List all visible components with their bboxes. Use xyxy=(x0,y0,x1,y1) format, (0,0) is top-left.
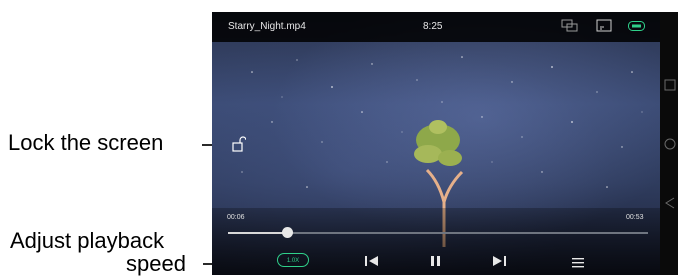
recent-apps-icon[interactable] xyxy=(664,78,676,96)
video-player-screen: Starry_Night.mp4 8:25 00:06 00:53 1.0X xyxy=(212,12,678,275)
top-bar: Starry_Night.mp4 8:25 xyxy=(212,12,660,42)
video-title: Starry_Night.mp4 xyxy=(228,21,306,32)
callout-adjust-speed-line2: speed xyxy=(126,251,186,276)
seek-bar[interactable] xyxy=(228,227,648,238)
system-navigation-bar xyxy=(660,12,678,275)
callout-lock-screen: Lock the screen xyxy=(8,130,164,155)
back-icon[interactable] xyxy=(664,196,676,214)
pause-icon[interactable] xyxy=(429,254,443,272)
skip-next-icon[interactable] xyxy=(491,254,507,272)
home-icon[interactable] xyxy=(664,137,676,155)
screen-mirror-icon[interactable] xyxy=(561,19,579,36)
seek-bar-handle[interactable] xyxy=(282,227,293,238)
elapsed-time: 00:06 xyxy=(227,214,245,221)
unlock-icon[interactable] xyxy=(232,136,247,157)
seek-bar-progress xyxy=(228,232,287,234)
battery-icon xyxy=(628,21,646,34)
total-duration: 00:53 xyxy=(626,214,644,221)
playlist-icon[interactable] xyxy=(571,255,585,273)
clock: 8:25 xyxy=(423,21,443,32)
skip-previous-icon[interactable] xyxy=(364,254,380,272)
cast-icon[interactable] xyxy=(596,19,612,36)
video-frame[interactable]: Starry_Night.mp4 8:25 00:06 00:53 1.0X xyxy=(212,12,660,275)
playback-speed-button[interactable]: 1.0X xyxy=(277,253,309,267)
